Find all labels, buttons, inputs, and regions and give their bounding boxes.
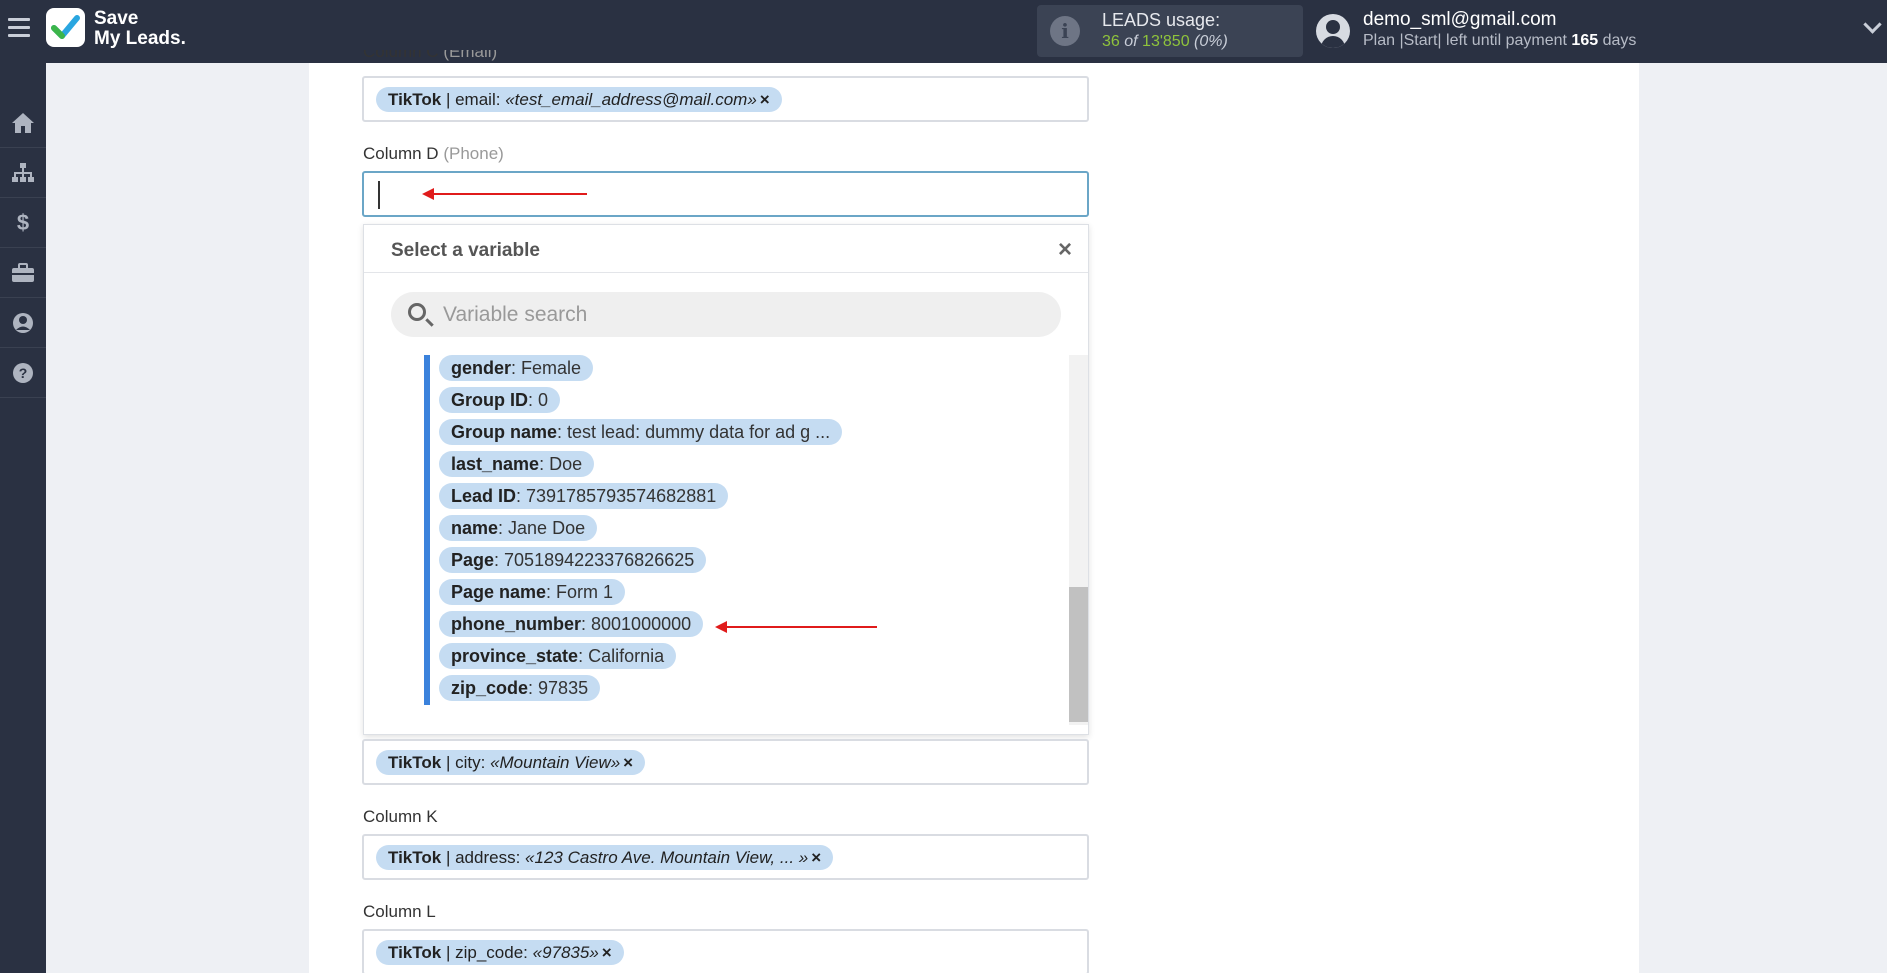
menu-icon[interactable] (8, 18, 30, 40)
svg-text:?: ? (19, 365, 28, 381)
variable-search[interactable] (391, 292, 1061, 337)
column-j-field[interactable]: TikTok | city: «Mountain View» × (362, 739, 1089, 785)
column-k-field[interactable]: TikTok | address: «123 Castro Ave. Mount… (362, 834, 1089, 880)
column-c-label: Column C (Email) (363, 50, 498, 61)
usage-title: LEADS usage: (1102, 10, 1221, 30)
variable-option[interactable]: province_state: California (439, 643, 677, 669)
annotation-arrow (715, 621, 877, 633)
dropdown-title: Select a variable (391, 240, 540, 261)
remove-chip-icon[interactable]: × (623, 753, 633, 772)
top-bar: Save My Leads. i LEADS usage: 36 of 13'8… (0, 0, 1887, 63)
column-c-field[interactable]: TikTok | email: «test_email_address@mail… (362, 76, 1089, 122)
variable-option[interactable]: name: Jane Doe (439, 515, 598, 541)
variable-option-phone-number[interactable]: phone_number: 8001000000 (439, 611, 704, 637)
variable-chip[interactable]: TikTok | zip_code: «97835» × (376, 940, 624, 965)
variable-option[interactable]: gender: Female (439, 355, 594, 381)
variable-option[interactable]: Group ID: 0 (439, 387, 561, 413)
column-l-label: Column L (363, 902, 436, 921)
chevron-down-icon[interactable] (1863, 15, 1882, 34)
variable-option[interactable]: last_name: Doe (439, 451, 595, 477)
search-input[interactable] (443, 292, 1043, 337)
variable-option[interactable]: zip_code: 97835 (439, 675, 601, 701)
plan-info: Plan |Start| left until payment 165 days (1363, 32, 1637, 49)
logo-icon[interactable] (46, 8, 85, 47)
variable-option[interactable]: Lead ID: 7391785793574682881 (439, 483, 729, 509)
column-d-label: Column D (Phone) (363, 144, 504, 163)
remove-chip-icon[interactable]: × (811, 848, 821, 867)
dropdown-header: Select a variable × (364, 225, 1088, 273)
remove-chip-icon[interactable]: × (760, 90, 770, 109)
variable-option[interactable]: Page: 7051894223376826625 (439, 547, 707, 573)
sidebar: $ ? (0, 63, 46, 973)
briefcase-icon[interactable] (0, 248, 46, 298)
scrollbar[interactable] (1069, 355, 1088, 725)
close-icon[interactable]: × (1058, 236, 1072, 264)
leads-usage-panel: i LEADS usage: 36 of 13'850 (0%) (1037, 5, 1303, 57)
annotation-arrow (422, 188, 587, 200)
search-icon (408, 303, 426, 321)
variable-option[interactable]: Group name: test lead: dummy data for ad… (439, 419, 843, 445)
user-icon[interactable] (0, 298, 46, 348)
variable-option[interactable]: Page name: Form 1 (439, 579, 626, 605)
info-icon: i (1050, 16, 1080, 46)
user-email[interactable]: demo_sml@gmail.com (1363, 9, 1557, 31)
variable-chip[interactable]: TikTok | address: «123 Castro Ave. Mount… (376, 845, 834, 870)
home-icon[interactable] (0, 98, 46, 148)
column-l-field[interactable]: TikTok | zip_code: «97835» × (362, 929, 1089, 973)
help-icon[interactable]: ? (0, 348, 46, 398)
logo-text[interactable]: Save My Leads. (94, 9, 186, 49)
variable-chip[interactable]: TikTok | city: «Mountain View» × (376, 750, 646, 775)
variable-list: gender: Female Group ID: 0 Group name: t… (424, 355, 1034, 705)
usage-count: 36 of 13'850 (0%) (1102, 33, 1228, 50)
remove-chip-icon[interactable]: × (602, 943, 612, 962)
text-cursor (378, 181, 380, 209)
sitemap-icon[interactable] (0, 148, 46, 198)
scrollbar-thumb[interactable] (1069, 587, 1088, 722)
variable-dropdown: Select a variable × gender: Female Group… (363, 224, 1089, 735)
avatar[interactable] (1316, 14, 1350, 48)
variable-chip[interactable]: TikTok | email: «test_email_address@mail… (376, 87, 782, 112)
dollar-icon[interactable]: $ (0, 198, 46, 248)
column-k-label: Column K (363, 807, 438, 826)
